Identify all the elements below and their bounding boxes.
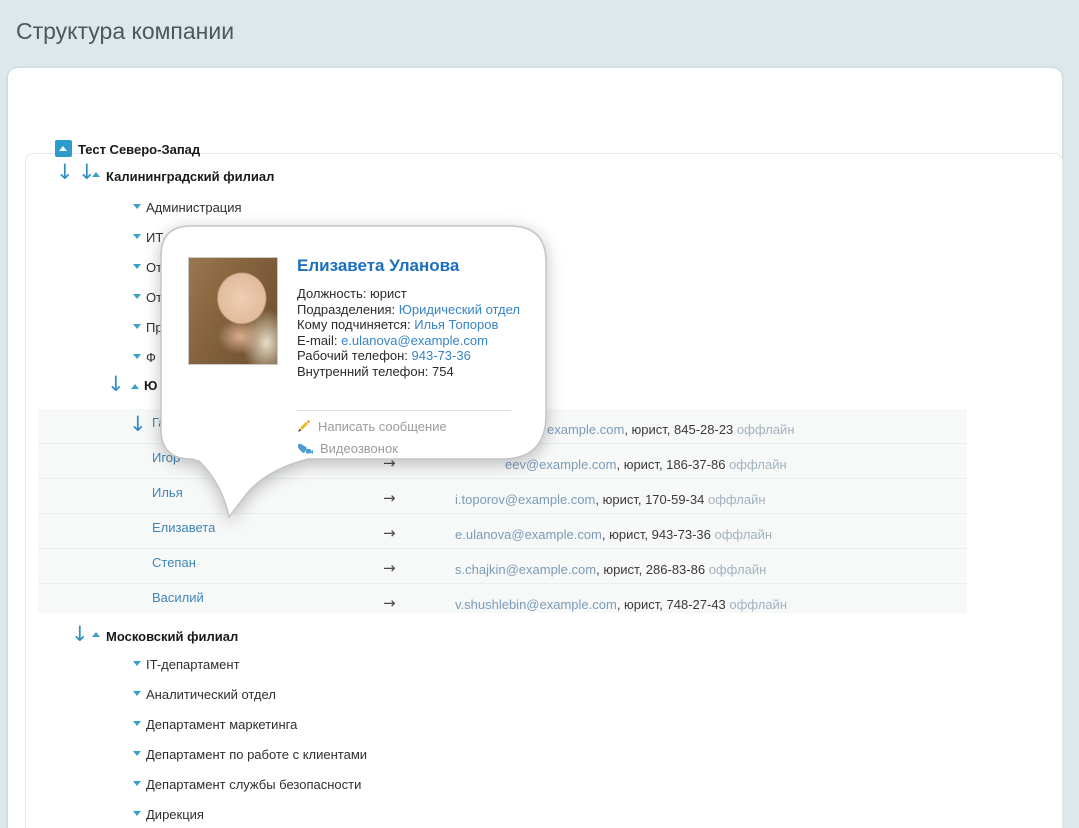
department-link[interactable]: Аналитический отдел (146, 687, 276, 702)
department-link[interactable]: Департамент маркетинга (146, 717, 297, 732)
employee-status: оффлайн (729, 457, 787, 472)
employee-info: v.shushlebin@example.com, юрист, 748-27-… (455, 597, 787, 612)
expand-department-icon[interactable] (133, 781, 141, 786)
root-collapse-button[interactable] (55, 140, 72, 157)
move-down-arrow-icon[interactable]: ↓ (56, 162, 74, 183)
employee-status: оффлайн (737, 422, 795, 437)
field-label: Подразделения: (297, 302, 399, 317)
employee-name-link[interactable]: Елизавета (152, 520, 215, 535)
expand-department-icon[interactable] (133, 294, 141, 299)
field-value[interactable]: Илья Топоров (414, 317, 498, 332)
expand-department-icon[interactable] (133, 324, 141, 329)
branch-label-kaliningrad[interactable]: Калининградский филиал (106, 169, 274, 184)
employee-details: , юрист, 170-59-34 (595, 492, 708, 507)
employee-field-row: Кому подчиняется: Илья Топоров (297, 317, 520, 333)
triangle-up-icon (59, 146, 67, 151)
employee-field-row: Подразделения: Юридический отдел (297, 302, 520, 318)
employee-status: оффлайн (714, 527, 772, 542)
arrow-right-icon (383, 594, 396, 612)
tree-root-label[interactable]: Тест Северо-Запад (78, 142, 200, 157)
employee-info: e.ulanova@example.com, юрист, 943-73-36 … (455, 527, 772, 542)
employee-field-row: Внутренний телефон: 754 (297, 364, 520, 380)
employee-details: , юрист, 286-83-86 (596, 562, 709, 577)
write-message-label: Написать сообщение (318, 419, 447, 434)
employee-status: оффлайн (729, 597, 787, 612)
expand-department-icon[interactable] (133, 811, 141, 816)
employee-email-link[interactable]: e.ulanova@example.com (455, 527, 602, 542)
employee-card-popup: Елизавета Уланова Должность: юрист Подра… (158, 220, 554, 522)
expand-department-icon[interactable] (133, 354, 141, 359)
pencil-icon (297, 419, 311, 436)
field-value[interactable]: Юридический отдел (399, 302, 520, 317)
company-structure-page: Структура компании Тест Северо-Запад ↓ ↓… (0, 0, 1079, 828)
employee-name-link[interactable]: Степан (152, 555, 196, 570)
expand-department-icon[interactable] (133, 234, 141, 239)
field-label: Должность: (297, 286, 370, 301)
field-value: юрист (370, 286, 407, 301)
employee-info: s.chajkin@example.com, юрист, 286-83-86 … (455, 562, 766, 577)
video-call-label: Видеозвонок (320, 441, 398, 456)
employee-full-name[interactable]: Елизавета Уланова (297, 256, 459, 276)
collapse-branch-icon[interactable] (92, 172, 100, 177)
field-value: 754 (432, 364, 454, 379)
collapse-branch-icon[interactable] (92, 632, 100, 637)
employee-details: , юрист, 943-73-36 (602, 527, 715, 542)
employee-details: , юрист, 845-28-23 (624, 422, 737, 437)
move-down-arrow-icon[interactable]: ↓ (107, 374, 125, 395)
field-label: Внутренний телефон: (297, 364, 432, 379)
arrow-right-icon (383, 524, 396, 542)
employee-details: , юрист, 748-27-43 (617, 597, 730, 612)
branch-label-moscow[interactable]: Московский филиал (106, 629, 238, 644)
employee-row: Степан s.chajkin@example.com, юрист, 286… (38, 549, 967, 584)
expanded-department-label[interactable]: Ю (144, 378, 157, 393)
field-label: Кому подчиняется: (297, 317, 414, 332)
employee-email-link[interactable]: example.com (547, 422, 624, 437)
department-link[interactable]: Департамент по работе с клиентами (146, 747, 367, 762)
field-value[interactable]: e.ulanova@example.com (341, 333, 488, 348)
move-down-arrow-icon[interactable]: ↓ (71, 624, 89, 645)
field-label: Рабочий телефон: (297, 348, 412, 363)
employee-row: Василий v.shushlebin@example.com, юрист,… (38, 584, 967, 618)
expand-department-icon[interactable] (133, 751, 141, 756)
employee-photo[interactable] (188, 257, 278, 365)
employee-card-content: Елизавета Уланова Должность: юрист Подра… (158, 220, 554, 522)
employee-name-link[interactable]: Василий (152, 590, 204, 605)
department-link[interactable]: Ф (146, 350, 156, 365)
video-call-action[interactable]: Видеозвонок (297, 441, 398, 461)
field-value[interactable]: 943-73-36 (412, 348, 471, 363)
expand-department-icon[interactable] (133, 721, 141, 726)
employee-status: оффлайн (709, 562, 767, 577)
move-down-arrow-icon[interactable]: ↓ (129, 414, 147, 435)
expand-department-icon[interactable] (133, 661, 141, 666)
employee-fields: Должность: юрист Подразделения: Юридичес… (297, 286, 520, 379)
collapse-department-icon[interactable] (131, 384, 139, 389)
department-link[interactable]: Департамент службы безопасности (146, 777, 361, 792)
popup-divider (297, 410, 511, 411)
expand-department-icon[interactable] (133, 264, 141, 269)
expand-department-icon[interactable] (133, 691, 141, 696)
expand-department-icon[interactable] (133, 204, 141, 209)
employee-details: , юрист, 186-37-86 (616, 457, 729, 472)
employee-field-row: Должность: юрист (297, 286, 520, 302)
department-link[interactable]: Администрация (146, 200, 242, 215)
department-link[interactable]: IT-департамент (146, 657, 240, 672)
video-call-icon (297, 442, 313, 458)
employee-field-row: Рабочий телефон: 943-73-36 (297, 348, 520, 364)
arrow-right-icon (383, 559, 396, 577)
write-message-action[interactable]: Написать сообщение (297, 419, 447, 439)
department-link[interactable]: Дирекция (146, 807, 204, 822)
employee-status: оффлайн (708, 492, 766, 507)
field-label: E-mail: (297, 333, 341, 348)
employee-email-link[interactable]: s.chajkin@example.com (455, 562, 596, 577)
employee-email-link[interactable]: v.shushlebin@example.com (455, 597, 617, 612)
employee-field-row: E-mail: e.ulanova@example.com (297, 333, 520, 349)
